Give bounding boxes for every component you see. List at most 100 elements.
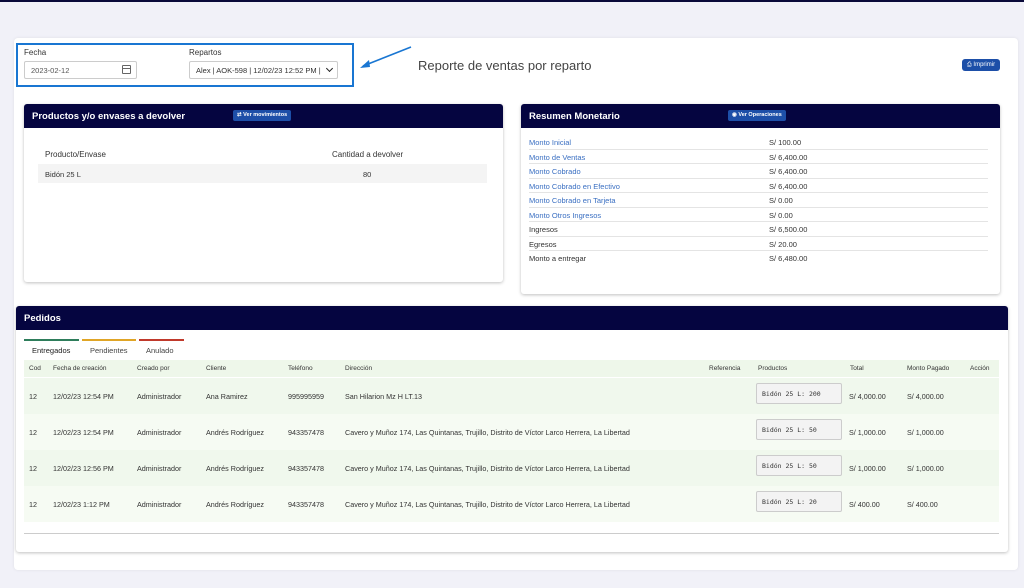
money-row: Monto Cobrado en Efectivo S/ 6,400.00: [529, 179, 988, 193]
cell-creado: Administrador: [137, 392, 182, 401]
cell-productos: Bidón 25 L: 20: [756, 491, 842, 512]
money-value: S/ 0.00: [769, 196, 793, 205]
tab-label: Pendientes: [90, 346, 128, 355]
money-label[interactable]: Monto Inicial: [529, 138, 571, 147]
col-fecha: Fecha de creación: [53, 365, 107, 372]
repartos-label: Repartos: [189, 48, 222, 57]
table-row[interactable]: 12 12/02/23 1:12 PM Administrador Andrés…: [24, 486, 999, 522]
col-monto-pagado: Monto Pagado: [907, 365, 950, 372]
report-title: Reporte de ventas por reparto: [418, 58, 592, 73]
money-value: S/ 100.00: [769, 138, 802, 147]
cell-productos: Bidón 25 L: 50: [756, 419, 842, 440]
cell-direccion: Cavero y Muñoz 174, Las Quintanas, Truji…: [345, 500, 630, 509]
money-value: S/ 6,480.00: [769, 254, 808, 263]
tab-indicator: [82, 339, 136, 341]
money-label: Ingresos: [529, 225, 558, 234]
table-row[interactable]: 12 12/02/23 12:54 PM Administrador André…: [24, 414, 999, 450]
money-row: Monto Cobrado S/ 6,400.00: [529, 164, 988, 179]
cell-monto-pagado: S/ 4,000.00: [907, 392, 944, 401]
cell-cliente: Ana Ramirez: [206, 392, 248, 401]
ver-operaciones-label: Ver Operaciones: [738, 112, 782, 118]
tab-anulado[interactable]: Anulado: [139, 339, 184, 355]
repartos-select[interactable]: Alex | AOK-598 | 12/02/23 12:52 PM |: [189, 61, 338, 79]
money-row: Ingresos S/ 6,500.00: [529, 222, 988, 237]
ver-movimientos-label: Ver movimientos: [243, 112, 288, 118]
ver-movimientos-button[interactable]: ⇄ Ver movimientos: [233, 110, 292, 121]
cell-direccion: Cavero y Muñoz 174, Las Quintanas, Truji…: [345, 464, 630, 473]
table-header: Cod Fecha de creación Creado por Cliente…: [24, 360, 999, 377]
cell-fecha: 12/02/23 1:12 PM: [53, 500, 110, 509]
cell-fecha: 12/02/23 12:54 PM: [53, 392, 114, 401]
cell-total: S/ 1,000.00: [849, 464, 886, 473]
cell-monto-pagado: S/ 1,000.00: [907, 464, 944, 473]
ver-operaciones-button[interactable]: ◉ Ver Operaciones: [728, 110, 786, 121]
cell-total: S/ 400.00: [849, 500, 880, 509]
money-row: Monto a entregar S/ 6,480.00: [529, 251, 988, 266]
tab-pendientes[interactable]: Pendientes: [82, 339, 136, 355]
cell-telefono: 995995959: [288, 392, 324, 401]
cell-total: S/ 4,000.00: [849, 392, 886, 401]
money-value: S/ 0.00: [769, 210, 793, 220]
refresh-icon: ⇄: [237, 112, 242, 118]
money-label[interactable]: Monto de Ventas: [529, 153, 585, 162]
fecha-value: 2023-02-12: [31, 66, 70, 75]
product-qty: 80: [363, 170, 372, 179]
table-row[interactable]: 12 12/02/23 12:54 PM Administrador Ana R…: [24, 378, 999, 414]
cell-monto-pagado: S/ 400.00: [907, 500, 938, 509]
product-name: Bidón 25 L: [45, 170, 81, 179]
col-total: Total: [850, 365, 864, 372]
productos-panel-header: Productos y/o envases a devolver ⇄ Ver m…: [24, 104, 503, 128]
top-bar: [0, 0, 1024, 2]
chevron-down-icon: [325, 64, 334, 73]
money-label: Egresos: [529, 239, 557, 249]
table-row: Bidón 25 L 80: [38, 164, 487, 183]
print-button[interactable]: ⎙ Imprimir: [962, 59, 1000, 71]
cell-telefono: 943357478: [288, 464, 324, 473]
cell-fecha: 12/02/23 12:54 PM: [53, 428, 114, 437]
col-cantidad-devolver: Cantidad a devolver: [332, 150, 404, 159]
table-bottom-divider: [24, 533, 999, 534]
cell-telefono: 943357478: [288, 428, 324, 437]
cell-cod: 12: [29, 392, 37, 401]
cell-direccion: Cavero y Muñoz 174, Las Quintanas, Truji…: [345, 428, 630, 437]
cell-productos: Bidón 25 L: 50: [756, 455, 842, 476]
calendar-icon[interactable]: [122, 65, 131, 74]
col-producto-envase: Producto/Envase: [45, 150, 106, 159]
fecha-label: Fecha: [24, 48, 47, 57]
annotation-arrow-icon: [360, 46, 412, 68]
money-label: Monto a entregar: [529, 254, 587, 263]
col-cliente: Cliente: [206, 365, 227, 372]
money-value: S/ 6,400.00: [769, 167, 808, 176]
col-referencia: Referencia: [709, 365, 741, 372]
money-label[interactable]: Monto Otros Ingresos: [529, 211, 601, 220]
tab-label: Entregados: [32, 346, 71, 355]
cell-creado: Administrador: [137, 500, 182, 509]
print-label: Imprimir: [973, 62, 996, 68]
fecha-input[interactable]: 2023-02-12: [24, 61, 137, 79]
cell-creado: Administrador: [137, 464, 182, 473]
money-label[interactable]: Monto Cobrado en Tarjeta: [529, 196, 616, 205]
cell-creado: Administrador: [137, 428, 182, 437]
repartos-value: Alex | AOK-598 | 12/02/23 12:52 PM |: [196, 66, 321, 75]
cell-cod: 12: [29, 500, 37, 509]
money-row: Monto de Ventas S/ 6,400.00: [529, 150, 988, 164]
cell-productos: Bidón 25 L: 200: [756, 383, 842, 404]
tab-entregados[interactable]: Entregados: [24, 339, 79, 355]
cell-direccion: San Hilarion Mz H LT.13: [345, 392, 422, 401]
cell-cliente: Andrés Rodríguez: [206, 500, 264, 509]
resumen-panel-header: Resumen Monetario ◉ Ver Operaciones: [521, 104, 1000, 128]
col-direccion: Dirección: [345, 365, 373, 372]
money-label[interactable]: Monto Cobrado: [529, 167, 581, 176]
tab-indicator: [24, 339, 79, 341]
cell-monto-pagado: S/ 1,000.00: [907, 428, 944, 437]
money-value: S/ 20.00: [769, 239, 797, 249]
col-telefono: Teléfono: [288, 365, 313, 372]
col-productos: Productos: [758, 365, 788, 372]
table-row[interactable]: 12 12/02/23 12:56 PM Administrador André…: [24, 450, 999, 486]
table-spacer: [24, 522, 999, 532]
money-label[interactable]: Monto Cobrado en Efectivo: [529, 182, 620, 191]
money-value: S/ 6,400.00: [769, 181, 808, 191]
cell-cliente: Andrés Rodríguez: [206, 428, 264, 437]
tab-indicator: [139, 339, 184, 341]
col-cod: Cod: [29, 365, 41, 372]
